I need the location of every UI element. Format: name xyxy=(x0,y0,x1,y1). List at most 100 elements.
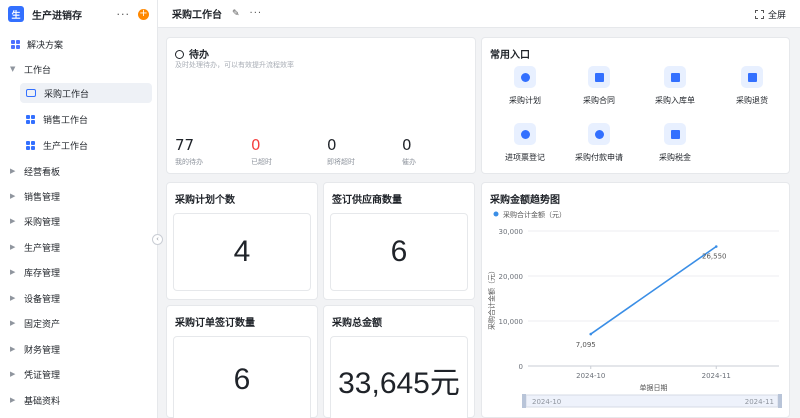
entry-label: 采购计划 xyxy=(509,96,541,105)
entry-label: 采购付款申请 xyxy=(575,153,623,162)
sidebar-item-solution[interactable]: 解决方案 xyxy=(0,34,158,54)
app-logo: 生 xyxy=(8,6,24,22)
stat-label: 我的待办 xyxy=(175,158,203,166)
apps-icon xyxy=(26,114,35,124)
caret-right-icon: ▶ xyxy=(10,268,16,276)
caret-right-icon: ▶ xyxy=(10,243,16,251)
document-icon xyxy=(588,66,610,88)
sidebar-header: 生 生产进销存 ··· + xyxy=(0,0,157,28)
sidebar-item-dashboard[interactable]: ▶ 经营看板 xyxy=(0,161,158,181)
fullscreen-label: 全屏 xyxy=(767,11,786,21)
sidebar-item-sales-workbench[interactable]: 销售工作台 xyxy=(20,109,152,129)
clock-icon xyxy=(514,66,536,88)
todo-stat-urged[interactable]: 0 催办 xyxy=(402,136,416,167)
sidebar-item-finance[interactable]: ▶ 财务管理 xyxy=(0,339,158,359)
data-label: 7,095 xyxy=(576,341,596,349)
kpi-value: 6 xyxy=(173,336,311,418)
collapse-sidebar-icon[interactable]: ‹ xyxy=(152,234,163,245)
caret-right-icon: ▶ xyxy=(10,167,16,175)
slider-label: 2024-10 xyxy=(532,398,561,406)
fullscreen-icon xyxy=(754,10,764,19)
x-axis-label: 单据日期 xyxy=(640,383,668,392)
more-icon[interactable]: ··· xyxy=(250,8,263,19)
entry-label: 采购入库单 xyxy=(655,96,695,105)
data-point xyxy=(714,245,718,248)
purchase-trend-card: 采购金额趋势图 采购合计金额（元） 0 10,000 20,000 30,000 采购合计… xyxy=(481,182,790,418)
sidebar-item-purchase[interactable]: ▶ 采购管理 xyxy=(0,211,158,231)
entry-label: 采购税金 xyxy=(659,153,691,162)
todo-subtitle: 及时处理待办，可以有效提升流程效率 xyxy=(175,61,294,69)
tax-icon xyxy=(664,123,686,145)
sidebar-item-label: 经营看板 xyxy=(24,167,61,178)
caret-right-icon: ▶ xyxy=(10,370,16,378)
todo-stat-due-soon[interactable]: 0 即将超时 xyxy=(327,136,355,167)
card-icon xyxy=(26,89,36,97)
wrench-icon[interactable]: ✎ xyxy=(232,9,240,19)
sidebar-item-production-workbench[interactable]: 生产工作台 xyxy=(20,135,152,155)
kpi-total-amount-card: 采购总金额 33,645元 xyxy=(323,305,475,418)
todo-stat-mine[interactable]: 77 我的待办 xyxy=(175,136,203,167)
todo-stat-overdue[interactable]: 0 已超时 xyxy=(251,136,272,167)
data-label: 26,550 xyxy=(702,253,727,261)
y-tick-label: 20,000 xyxy=(499,273,524,281)
sidebar-item-basic-data[interactable]: ▶ 基础资料 xyxy=(0,390,158,410)
apps-icon xyxy=(11,39,20,49)
entry-payment-request[interactable]: 采购付款申请 xyxy=(559,123,639,163)
line-chart: 采购合计金额（元） 0 10,000 20,000 30,000 采购合计金额（元） 202… xyxy=(487,210,782,408)
page-title: 采购工作台 xyxy=(172,10,222,21)
entry-purchase-return[interactable]: 采购退货 xyxy=(712,66,792,106)
kpi-title: 采购总金额 xyxy=(332,318,382,329)
sidebar-item-label: 库存管理 xyxy=(24,268,61,279)
more-icon[interactable]: ··· xyxy=(117,8,131,21)
y-tick-label: 30,000 xyxy=(499,228,524,236)
sidebar-item-label: 设备管理 xyxy=(24,294,61,305)
sidebar-item-production[interactable]: ▶ 生产管理 xyxy=(0,237,158,257)
sidebar-item-label: 财务管理 xyxy=(24,345,61,356)
stat-value: 0 xyxy=(251,136,261,154)
sidebar-item-vouchers[interactable]: ▶ 凭证管理 xyxy=(0,364,158,384)
sidebar-item-inventory[interactable]: ▶ 库存管理 xyxy=(0,262,158,282)
zoom-slider-handle-right[interactable] xyxy=(778,394,782,408)
todo-title-row: 待办 xyxy=(175,46,209,61)
entry-purchase-tax[interactable]: 采购税金 xyxy=(635,123,715,163)
caret-right-icon: ▶ xyxy=(10,192,16,200)
entry-purchase-receipt[interactable]: 采购入库单 xyxy=(635,66,715,106)
sidebar-item-label: 销售管理 xyxy=(24,192,61,203)
sidebar-item-workbench[interactable]: ▼ 工作台 xyxy=(0,59,158,79)
caret-down-icon: ▼ xyxy=(10,65,16,73)
caret-right-icon: ▶ xyxy=(10,319,16,327)
sidebar-item-sales[interactable]: ▶ 销售管理 xyxy=(0,186,158,206)
caret-right-icon: ▶ xyxy=(10,217,16,225)
data-point xyxy=(589,332,593,336)
entry-label: 采购合同 xyxy=(583,96,615,105)
entry-purchase-plan[interactable]: 采购计划 xyxy=(485,66,565,106)
sidebar-item-label: 生产管理 xyxy=(24,243,61,254)
kpi-value: 6 xyxy=(330,213,468,291)
zoom-slider-track[interactable] xyxy=(525,394,779,408)
y-tick-label: 0 xyxy=(519,363,523,371)
check-circle-icon xyxy=(175,50,184,59)
entry-input-invoice[interactable]: 进项票登记 xyxy=(485,123,565,163)
kpi-value: 33,645元 xyxy=(330,336,468,418)
sidebar-item-label: 采购工作台 xyxy=(44,89,90,100)
sidebar-item-equipment[interactable]: ▶ 设备管理 xyxy=(0,288,158,308)
fullscreen-button[interactable]: 全屏 xyxy=(754,8,786,21)
slider-label: 2024-11 xyxy=(745,398,774,406)
sidebar: 生 生产进销存 ··· + 解决方案 ▼ 工作台 采购工作台 销售工作台 生产工… xyxy=(0,0,158,418)
sidebar-item-purchase-workbench[interactable]: 采购工作台 xyxy=(20,83,152,103)
sidebar-item-label: 采购管理 xyxy=(24,217,61,228)
kpi-plan-count-card: 采购计划个数 4 xyxy=(166,182,318,300)
entry-purchase-contract[interactable]: 采购合同 xyxy=(559,66,639,106)
y-axis-label: 采购合计金额（元） xyxy=(487,267,496,330)
sidebar-item-label: 凭证管理 xyxy=(24,370,61,381)
stat-value: 77 xyxy=(175,136,195,154)
sidebar-item-label: 工作台 xyxy=(24,65,52,76)
zoom-slider-handle-left[interactable] xyxy=(522,394,526,408)
sidebar-item-fixed-assets[interactable]: ▶ 固定资产 xyxy=(0,313,158,333)
sidebar-item-label: 基础资料 xyxy=(24,396,61,407)
caret-right-icon: ▶ xyxy=(10,396,16,404)
stat-value: 0 xyxy=(402,136,412,154)
stat-label: 催办 xyxy=(402,158,416,166)
kpi-title: 采购计划个数 xyxy=(175,195,235,206)
add-icon[interactable]: + xyxy=(138,8,149,20)
